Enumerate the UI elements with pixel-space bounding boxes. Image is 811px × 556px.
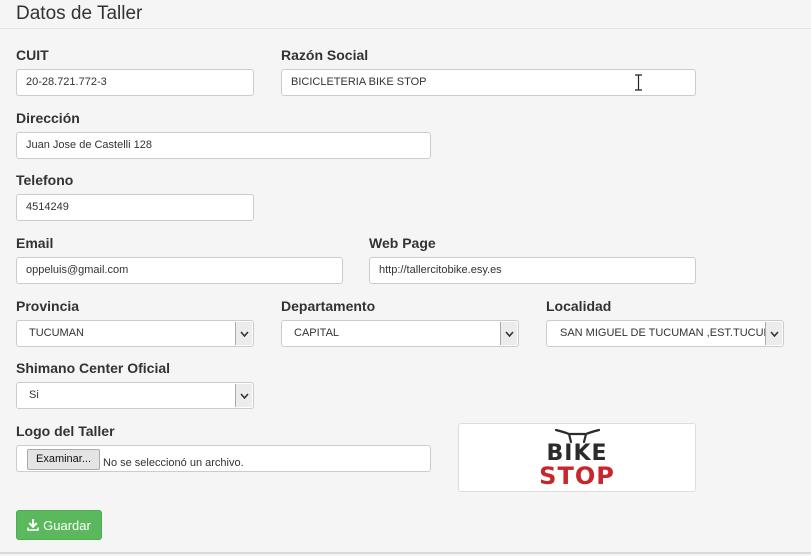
browse-button[interactable]: Examinar... [27,449,101,470]
cuit-label: CUIT [16,47,49,63]
title-divider [0,28,811,29]
provincia-select[interactable]: TUCUMAN [16,320,254,347]
direccion-input[interactable]: Juan Jose de Castelli 128 [16,132,431,159]
bike-stop-logo: BIKE STOP [539,428,615,490]
text-cursor-icon [635,74,642,91]
chevron-down-icon[interactable] [765,322,782,345]
provincia-label: Provincia [16,298,80,314]
departamento-label: Departamento [281,298,376,314]
email-label: Email [16,235,54,251]
razon-social-label: Razón Social [281,47,369,63]
bottom-divider [0,552,811,554]
departamento-value: CAPITAL [294,327,340,339]
page-title: Datos de Taller [16,3,143,24]
file-status: No se seleccionó un archivo. [103,457,244,469]
localidad-select[interactable]: SAN MIGUEL DE TUCUMAN ,EST.TUCUMA [546,320,784,347]
save-button[interactable]: Guardar [16,510,102,540]
localidad-label: Localidad [546,298,612,314]
shimano-select[interactable]: Si [16,382,254,409]
logo-text-bottom: STOP [539,462,615,490]
web-page-label: Web Page [369,235,436,251]
save-button-label: Guardar [43,517,91,533]
chevron-down-icon[interactable] [235,384,252,407]
telefono-input[interactable]: 4514249 [16,194,254,221]
chevron-down-icon[interactable] [500,322,517,345]
chevron-down-icon[interactable] [235,322,252,345]
web-page-input[interactable]: http://tallercitobike.esy.es [369,257,696,284]
telefono-label: Telefono [16,172,74,188]
shimano-value: Si [29,389,39,401]
logo-preview: BIKE STOP [458,423,696,492]
email-input[interactable]: oppeluis@gmail.com [16,257,343,284]
provincia-value: TUCUMAN [29,327,84,339]
direccion-label: Dirección [16,110,80,126]
localidad-value: SAN MIGUEL DE TUCUMAN ,EST.TUCUMA [560,327,781,339]
logo-label: Logo del Taller [16,423,115,439]
departamento-select[interactable]: CAPITAL [281,320,519,347]
download-icon [27,519,39,531]
cuit-input[interactable]: 20-28.721.772-3 [16,69,254,96]
logo-file-input[interactable]: Examinar... No se seleccionó un archivo. [16,445,431,472]
shimano-label: Shimano Center Oficial [16,360,171,376]
